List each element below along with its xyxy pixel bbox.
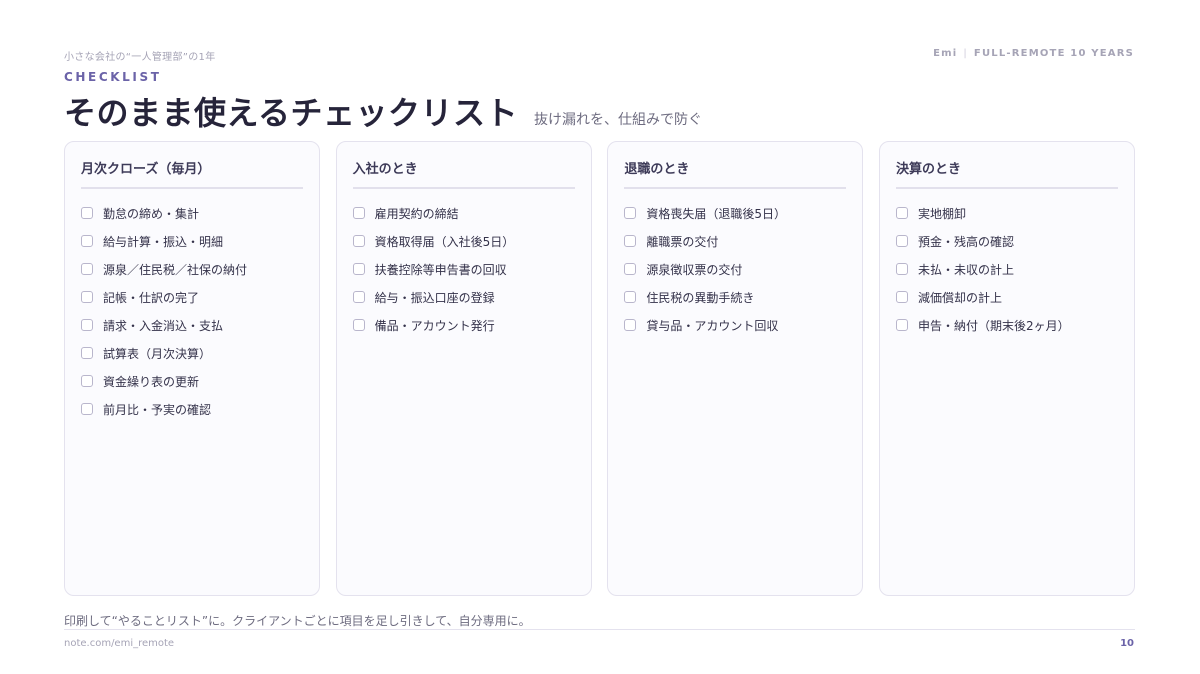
checklist-item: 実地棚卸 — [895, 199, 1118, 227]
checklist-card-onboarding: 入社のとき 雇用契約の締結 資格取得届（入社後5日） 扶養控除等申告書の回収 給… — [335, 141, 592, 596]
checkbox[interactable] — [81, 375, 93, 387]
item-label: 資格喪失届（退職後5日） — [646, 206, 786, 221]
page-subtitle: 抜け漏れを、仕組みで防ぐ — [534, 112, 703, 128]
card-title: 退職のとき — [624, 158, 847, 189]
title-row: そのまま使えるチェックリスト 抜け漏れを、仕組みで防ぐ — [64, 88, 702, 134]
checkbox[interactable] — [352, 235, 365, 247]
checkbox[interactable] — [895, 263, 908, 275]
item-label: 勤怠の締め・集計 — [103, 206, 200, 221]
card-title: 月次クローズ（毎月） — [81, 158, 303, 189]
checkbox[interactable] — [81, 291, 93, 303]
checklist: 雇用契約の締結 資格取得届（入社後5日） 扶養控除等申告書の回収 給与・振込口座… — [352, 199, 575, 339]
item-label: 給与・振込口座の登録 — [374, 290, 495, 305]
divider: | — [963, 48, 968, 59]
checklist: 実地棚卸 預金・残高の確認 未払・未収の計上 減価償却の計上 申告・納付（期末後… — [895, 199, 1118, 339]
item-label: 請求・入金消込・支払 — [103, 318, 224, 333]
checklist-columns: 月次クローズ（毎月） 勤怠の締め・集計 給与計算・振込・明細 源泉／住民税／社保… — [64, 141, 1135, 598]
checklist-item: 資格取得届（入社後5日） — [352, 227, 575, 255]
checkbox[interactable] — [81, 235, 93, 247]
checklist-item: 給与計算・振込・明細 — [81, 227, 303, 255]
item-label: 資格取得届（入社後5日） — [374, 234, 515, 249]
item-label: 申告・納付（期末後2ヶ月） — [917, 318, 1070, 333]
checklist-item: 記帳・仕訳の完了 — [81, 283, 303, 311]
page-title: そのまま使えるチェックリスト — [64, 94, 519, 132]
checklist-item: 源泉徴収票の交付 — [624, 255, 846, 283]
item-label: 住民税の異動手続き — [646, 290, 755, 305]
checkbox[interactable] — [352, 207, 365, 219]
checkbox[interactable] — [81, 207, 93, 219]
item-label: 雇用契約の締結 — [374, 206, 459, 221]
checklist-item: 給与・振込口座の登録 — [352, 283, 575, 311]
author-name: Emi — [933, 48, 958, 59]
card-title: 決算のとき — [895, 158, 1118, 189]
checklist-item: 前月比・予実の確認 — [81, 395, 303, 423]
item-label: 源泉徴収票の交付 — [646, 262, 743, 277]
checklist-item: 預金・残高の確認 — [895, 227, 1118, 255]
checkbox[interactable] — [624, 235, 637, 247]
checklist-item: 備品・アカウント発行 — [352, 311, 575, 339]
checklist-item: 資金繰り表の更新 — [81, 367, 303, 395]
tagline: FULL-REMOTE 10 YEARS — [973, 48, 1134, 59]
checkbox[interactable] — [81, 319, 93, 331]
checklist-card-offboarding: 退職のとき 資格喪失届（退職後5日） 離職票の交付 源泉徴収票の交付 住民税の異… — [607, 141, 864, 596]
item-label: 未払・未収の計上 — [917, 262, 1014, 277]
item-label: 給与計算・振込・明細 — [103, 234, 224, 249]
eyebrow-label: CHECKLIST — [64, 70, 162, 84]
checklist-item: 減価償却の計上 — [895, 283, 1118, 311]
checklist-item: 源泉／住民税／社保の納付 — [81, 255, 303, 283]
item-label: 貸与品・アカウント回収 — [646, 318, 779, 333]
checkbox[interactable] — [81, 347, 93, 359]
item-label: 記帳・仕訳の完了 — [103, 290, 200, 305]
checkbox[interactable] — [352, 319, 365, 331]
checkbox[interactable] — [624, 291, 637, 303]
checklist-item: 試算表（月次決算） — [81, 339, 303, 367]
checklist-item: 申告・納付（期末後2ヶ月） — [895, 311, 1118, 339]
item-label: 預金・残高の確認 — [917, 234, 1014, 249]
checklist-item: 資格喪失届（退職後5日） — [624, 199, 846, 227]
checklist: 資格喪失届（退職後5日） 離職票の交付 源泉徴収票の交付 住民税の異動手続き 貸… — [624, 199, 846, 339]
footer-url: note.com/emi_remote — [64, 638, 175, 649]
author-tagline: Emi | FULL-REMOTE 10 YEARS — [933, 48, 1134, 59]
item-label: 離職票の交付 — [646, 234, 719, 249]
checklist-card-closing: 決算のとき 実地棚卸 預金・残高の確認 未払・未収の計上 減価償却の計上 申告・… — [878, 141, 1135, 596]
checkbox[interactable] — [81, 263, 93, 275]
series-title: 小さな会社の“一人管理部”の1年 — [64, 52, 216, 63]
item-label: 扶養控除等申告書の回収 — [374, 262, 507, 277]
checkbox[interactable] — [352, 263, 365, 275]
checklist-item: 未払・未収の計上 — [895, 255, 1118, 283]
item-label: 備品・アカウント発行 — [374, 318, 495, 333]
checkbox[interactable] — [895, 319, 908, 331]
checkbox[interactable] — [624, 319, 637, 331]
checklist-item: 扶養控除等申告書の回収 — [352, 255, 575, 283]
item-label: 資金繰り表の更新 — [103, 374, 200, 389]
checklist: 勤怠の締め・集計 給与計算・振込・明細 源泉／住民税／社保の納付 記帳・仕訳の完… — [81, 199, 303, 423]
checkbox[interactable] — [895, 291, 908, 303]
checkbox[interactable] — [624, 263, 637, 275]
item-label: 源泉／住民税／社保の納付 — [103, 262, 248, 277]
checklist-item: 請求・入金消込・支払 — [81, 311, 303, 339]
item-label: 実地棚卸 — [917, 206, 966, 221]
checklist-card-monthly: 月次クローズ（毎月） 勤怠の締め・集計 給与計算・振込・明細 源泉／住民税／社保… — [64, 141, 320, 596]
footer-caption: 印刷して“やることリスト”に。クライアントごとに項目を足し引きして、自分専用に。 — [64, 614, 531, 628]
card-title: 入社のとき — [352, 158, 575, 189]
checklist-item: 住民税の異動手続き — [624, 283, 846, 311]
item-label: 試算表（月次決算） — [103, 346, 212, 361]
checklist-item: 勤怠の締め・集計 — [81, 199, 303, 227]
item-label: 前月比・予実の確認 — [103, 402, 212, 417]
checklist-item: 貸与品・アカウント回収 — [624, 311, 846, 339]
checkbox[interactable] — [895, 207, 908, 219]
checkbox[interactable] — [81, 403, 93, 415]
page-number: 10 — [1120, 638, 1134, 649]
footer-divider — [64, 629, 1135, 630]
checkbox[interactable] — [895, 235, 908, 247]
checklist-item: 雇用契約の締結 — [352, 199, 575, 227]
checklist-item: 離職票の交付 — [624, 227, 846, 255]
checkbox[interactable] — [352, 291, 365, 303]
checkbox[interactable] — [624, 207, 637, 219]
item-label: 減価償却の計上 — [917, 290, 1002, 305]
